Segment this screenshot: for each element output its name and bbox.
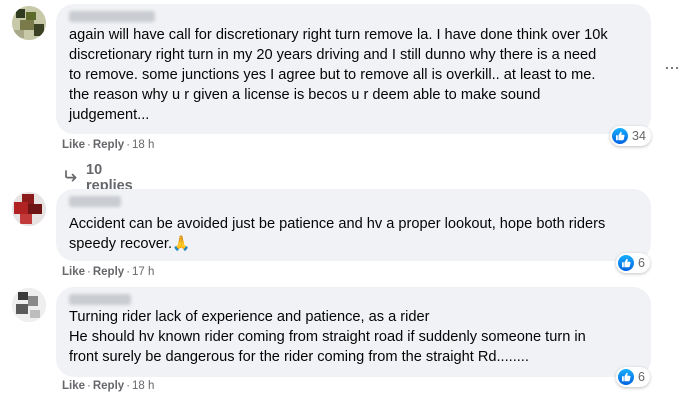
separator-dot: · <box>126 380 131 392</box>
author-name-blurred[interactable] <box>69 294 131 305</box>
reaction-summary[interactable]: 6 <box>616 253 650 273</box>
reply-link[interactable]: Reply <box>93 139 124 151</box>
like-reaction-icon <box>618 369 634 385</box>
reaction-count: 6 <box>638 256 645 270</box>
timestamp[interactable]: 17 h <box>132 266 154 278</box>
comment-text: Accident can be avoided just be patience… <box>69 214 639 254</box>
author-name-blurred[interactable] <box>69 11 155 22</box>
avatar[interactable] <box>12 6 46 40</box>
comment-actions: Like · Reply · 17 h <box>62 266 154 278</box>
separator-dot: · <box>126 266 131 278</box>
comment-actions: Like · Reply · 18 h <box>62 139 154 151</box>
separator-dot: · <box>87 380 91 392</box>
like-link[interactable]: Like <box>62 266 85 278</box>
avatar[interactable] <box>12 192 46 226</box>
timestamp[interactable]: 18 h <box>132 380 154 392</box>
like-reaction-icon <box>612 128 628 144</box>
avatar[interactable] <box>12 288 46 322</box>
reply-link[interactable]: Reply <box>93 380 124 392</box>
reaction-count: 6 <box>638 370 645 384</box>
reply-link[interactable]: Reply <box>93 266 124 278</box>
timestamp[interactable]: 18 h <box>132 139 154 151</box>
comment-bubble: Turning rider lack of experience and pat… <box>56 287 651 377</box>
reaction-count: 34 <box>632 129 646 143</box>
comment-bubble: again will have call for discretionary r… <box>56 4 651 134</box>
like-link[interactable]: Like <box>62 139 85 151</box>
author-name-blurred[interactable] <box>69 196 121 207</box>
comment-body: Accident can be avoided just be patience… <box>69 216 606 252</box>
comment-actions: Like · Reply · 18 h <box>62 380 154 392</box>
comment-bubble: Accident can be avoided just be patience… <box>56 189 651 261</box>
comment-text: Turning rider lack of experience and pat… <box>69 309 586 365</box>
reply-arrow-icon <box>64 170 78 186</box>
like-link[interactable]: Like <box>62 380 85 392</box>
separator-dot: · <box>87 266 91 278</box>
like-reaction-icon <box>618 255 634 271</box>
praying-hands-emoji: 🙏 <box>172 236 191 252</box>
more-options-icon[interactable]: ··· <box>664 58 680 76</box>
separator-dot: · <box>87 139 91 151</box>
comment-text: again will have call for discretionary r… <box>69 27 608 123</box>
separator-dot: · <box>126 139 131 151</box>
reaction-summary[interactable]: 6 <box>616 367 650 387</box>
reaction-summary[interactable]: 34 <box>610 126 651 146</box>
